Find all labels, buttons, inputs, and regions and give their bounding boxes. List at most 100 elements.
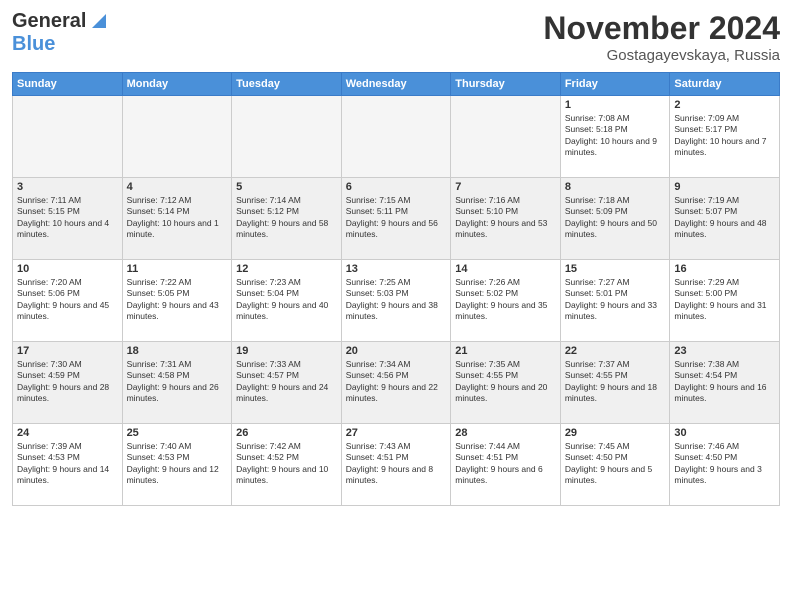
day-number: 26 xyxy=(236,427,337,439)
calendar-cell: 11 Sunrise: 7:22 AM Sunset: 5:05 PM Dayli… xyxy=(122,260,232,342)
day-info: Sunrise: 7:34 AM Sunset: 4:56 PM Dayligh… xyxy=(346,359,447,405)
day-info: Sunrise: 7:31 AM Sunset: 4:58 PM Dayligh… xyxy=(127,359,228,405)
calendar-cell: 3Sunrise: 7:11 AM Sunset: 5:15 PM Daylig… xyxy=(13,178,123,260)
day-number: 22 xyxy=(565,345,666,357)
calendar-cell: 2 Sunrise: 7:09 AM Sunset: 5:17 PM Daylig… xyxy=(670,96,780,178)
calendar-cell: 23 Sunrise: 7:38 AM Sunset: 4:54 PM Dayli… xyxy=(670,342,780,424)
day-info: Sunrise: 7:22 AM Sunset: 5:05 PM Dayligh… xyxy=(127,277,228,323)
day-info: Sunrise: 7:39 AM Sunset: 4:53 PM Dayligh… xyxy=(17,441,118,487)
calendar-cell xyxy=(341,96,451,178)
day-number: 12 xyxy=(236,263,337,275)
day-info: Sunrise: 7:40 AM Sunset: 4:53 PM Dayligh… xyxy=(127,441,228,487)
day-number: 18 xyxy=(127,345,228,357)
day-number: 28 xyxy=(455,427,556,439)
day-info: Sunrise: 7:33 AM Sunset: 4:57 PM Dayligh… xyxy=(236,359,337,405)
day-info: Sunrise: 7:09 AM Sunset: 5:17 PM Dayligh… xyxy=(674,113,775,159)
calendar-cell: 9 Sunrise: 7:19 AM Sunset: 5:07 PM Daylig… xyxy=(670,178,780,260)
calendar-cell: 17 Sunrise: 7:30 AM Sunset: 4:59 PM Dayli… xyxy=(13,342,123,424)
day-number: 29 xyxy=(565,427,666,439)
day-info: Sunrise: 7:35 AM Sunset: 4:55 PM Dayligh… xyxy=(455,359,556,405)
day-info: Sunrise: 7:42 AM Sunset: 4:52 PM Dayligh… xyxy=(236,441,337,487)
day-number: 9 xyxy=(674,181,775,193)
day-number: 25 xyxy=(127,427,228,439)
logo-icon xyxy=(88,12,106,30)
calendar-cell: 26 Sunrise: 7:42 AM Sunset: 4:52 PM Dayli… xyxy=(232,424,342,506)
calendar-cell: 7 Sunrise: 7:16 AM Sunset: 5:10 PM Daylig… xyxy=(451,178,561,260)
calendar-cell: 22 Sunrise: 7:37 AM Sunset: 4:55 PM Dayli… xyxy=(560,342,670,424)
day-info: Sunrise: 7:23 AM Sunset: 5:04 PM Dayligh… xyxy=(236,277,337,323)
day-number: 5 xyxy=(236,181,337,193)
day-number: 16 xyxy=(674,263,775,275)
day-number: 14 xyxy=(455,263,556,275)
day-number: 11 xyxy=(127,263,228,275)
week-row-4: 17 Sunrise: 7:30 AM Sunset: 4:59 PM Dayli… xyxy=(13,342,780,424)
day-info: Sunrise: 7:45 AM Sunset: 4:50 PM Dayligh… xyxy=(565,441,666,487)
day-info: Sunrise: 7:16 AM Sunset: 5:10 PM Dayligh… xyxy=(455,195,556,241)
calendar-cell: 12 Sunrise: 7:23 AM Sunset: 5:04 PM Dayli… xyxy=(232,260,342,342)
calendar-cell: 19 Sunrise: 7:33 AM Sunset: 4:57 PM Dayli… xyxy=(232,342,342,424)
calendar-cell xyxy=(122,96,232,178)
calendar-cell xyxy=(232,96,342,178)
day-info: Sunrise: 7:43 AM Sunset: 4:51 PM Dayligh… xyxy=(346,441,447,487)
day-header-thursday: Thursday xyxy=(451,73,561,96)
logo: General Blue xyxy=(12,10,106,56)
calendar-cell: 21 Sunrise: 7:35 AM Sunset: 4:55 PM Dayli… xyxy=(451,342,561,424)
logo-blue: Blue xyxy=(12,33,55,55)
calendar-cell xyxy=(13,96,123,178)
calendar-cell: 16Sunrise: 7:29 AM Sunset: 5:00 PM Dayli… xyxy=(670,260,780,342)
location: Gostagayevskaya, Russia xyxy=(543,47,780,64)
calendar-cell: 4Sunrise: 7:12 AM Sunset: 5:14 PM Daylig… xyxy=(122,178,232,260)
day-header-tuesday: Tuesday xyxy=(232,73,342,96)
day-info: Sunrise: 7:19 AM Sunset: 5:07 PM Dayligh… xyxy=(674,195,775,241)
day-info: Sunrise: 7:18 AM Sunset: 5:09 PM Dayligh… xyxy=(565,195,666,241)
day-number: 3 xyxy=(17,181,118,193)
calendar-cell: 5 Sunrise: 7:14 AM Sunset: 5:12 PM Daylig… xyxy=(232,178,342,260)
month-title: November 2024 xyxy=(543,10,780,47)
day-info: Sunrise: 7:37 AM Sunset: 4:55 PM Dayligh… xyxy=(565,359,666,405)
calendar-cell: 20Sunrise: 7:34 AM Sunset: 4:56 PM Dayli… xyxy=(341,342,451,424)
day-header-friday: Friday xyxy=(560,73,670,96)
day-number: 13 xyxy=(346,263,447,275)
calendar-cell: 15 Sunrise: 7:27 AM Sunset: 5:01 PM Dayli… xyxy=(560,260,670,342)
day-info: Sunrise: 7:44 AM Sunset: 4:51 PM Dayligh… xyxy=(455,441,556,487)
day-number: 30 xyxy=(674,427,775,439)
day-info: Sunrise: 7:15 AM Sunset: 5:11 PM Dayligh… xyxy=(346,195,447,241)
day-number: 2 xyxy=(674,99,775,111)
day-number: 23 xyxy=(674,345,775,357)
logo-general: General xyxy=(12,10,86,33)
calendar-cell: 18 Sunrise: 7:31 AM Sunset: 4:58 PM Dayli… xyxy=(122,342,232,424)
calendar-cell: 6Sunrise: 7:15 AM Sunset: 5:11 PM Daylig… xyxy=(341,178,451,260)
day-info: Sunrise: 7:14 AM Sunset: 5:12 PM Dayligh… xyxy=(236,195,337,241)
calendar-cell: 25 Sunrise: 7:40 AM Sunset: 4:53 PM Dayli… xyxy=(122,424,232,506)
day-info: Sunrise: 7:27 AM Sunset: 5:01 PM Dayligh… xyxy=(565,277,666,323)
day-info: Sunrise: 7:30 AM Sunset: 4:59 PM Dayligh… xyxy=(17,359,118,405)
day-header-saturday: Saturday xyxy=(670,73,780,96)
day-info: Sunrise: 7:46 AM Sunset: 4:50 PM Dayligh… xyxy=(674,441,775,487)
day-number: 19 xyxy=(236,345,337,357)
day-header-wednesday: Wednesday xyxy=(341,73,451,96)
calendar-cell: 29 Sunrise: 7:45 AM Sunset: 4:50 PM Dayli… xyxy=(560,424,670,506)
week-row-3: 10Sunrise: 7:20 AM Sunset: 5:06 PM Dayli… xyxy=(13,260,780,342)
day-header-monday: Monday xyxy=(122,73,232,96)
day-number: 8 xyxy=(565,181,666,193)
calendar-cell: 10Sunrise: 7:20 AM Sunset: 5:06 PM Dayli… xyxy=(13,260,123,342)
calendar-cell: 8 Sunrise: 7:18 AM Sunset: 5:09 PM Daylig… xyxy=(560,178,670,260)
day-number: 1 xyxy=(565,99,666,111)
header-row: SundayMondayTuesdayWednesdayThursdayFrid… xyxy=(13,73,780,96)
week-row-1: 1 Sunrise: 7:08 AM Sunset: 5:18 PM Daylig… xyxy=(13,96,780,178)
day-info: Sunrise: 7:38 AM Sunset: 4:54 PM Dayligh… xyxy=(674,359,775,405)
day-number: 17 xyxy=(17,345,118,357)
calendar-cell: 14Sunrise: 7:26 AM Sunset: 5:02 PM Dayli… xyxy=(451,260,561,342)
day-number: 21 xyxy=(455,345,556,357)
title-block: November 2024 Gostagayevskaya, Russia xyxy=(543,10,780,64)
day-info: Sunrise: 7:08 AM Sunset: 5:18 PM Dayligh… xyxy=(565,113,666,159)
day-number: 15 xyxy=(565,263,666,275)
calendar-cell xyxy=(451,96,561,178)
header: General Blue November 2024 Gostagayevska… xyxy=(12,10,780,64)
calendar-cell: 30 Sunrise: 7:46 AM Sunset: 4:50 PM Dayli… xyxy=(670,424,780,506)
day-number: 7 xyxy=(455,181,556,193)
day-number: 4 xyxy=(127,181,228,193)
day-number: 27 xyxy=(346,427,447,439)
day-info: Sunrise: 7:20 AM Sunset: 5:06 PM Dayligh… xyxy=(17,277,118,323)
calendar-cell: 27 Sunrise: 7:43 AM Sunset: 4:51 PM Dayli… xyxy=(341,424,451,506)
